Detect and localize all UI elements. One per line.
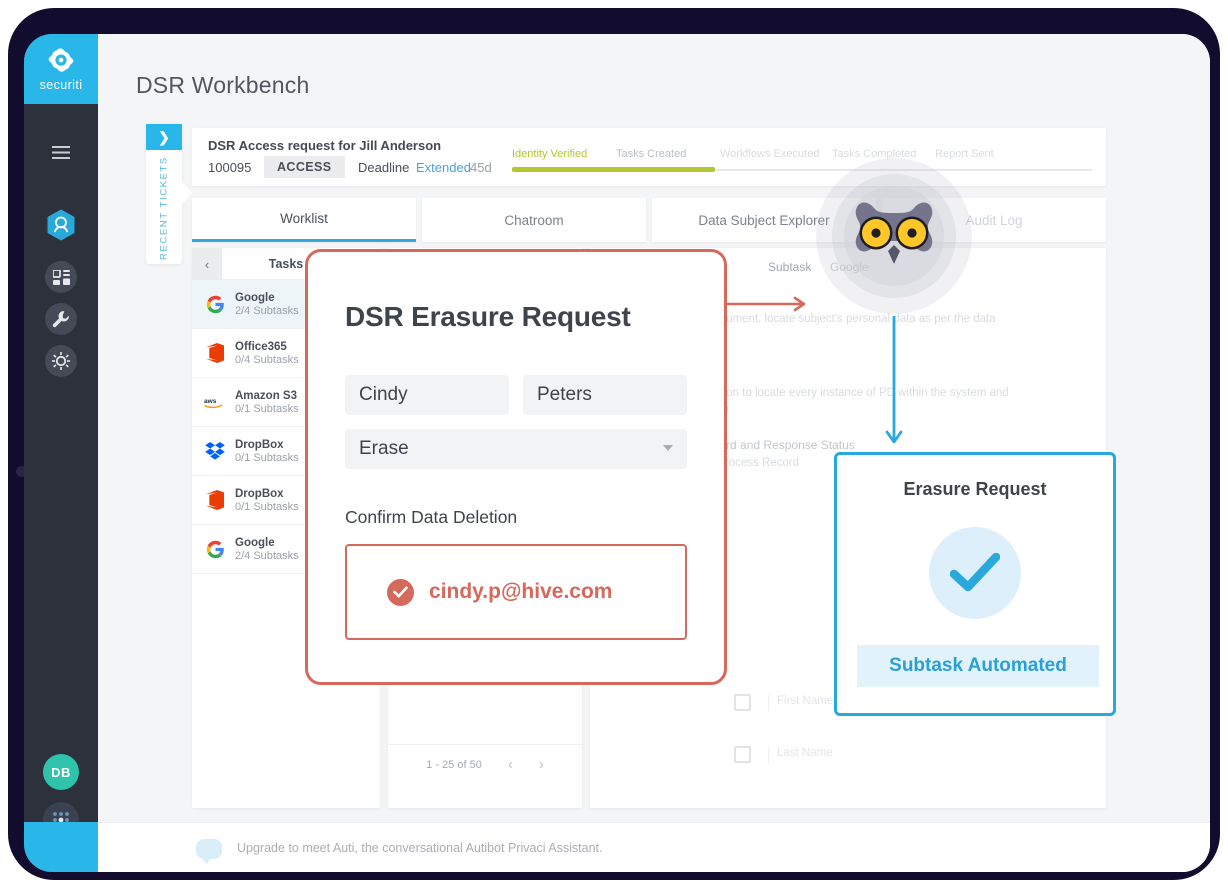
office-icon — [204, 342, 226, 364]
rail-bottom-strip — [24, 822, 98, 872]
deadline-extended-link[interactable]: Extended — [416, 160, 471, 175]
subtask-automated-badge: Subtask Automated — [857, 645, 1099, 687]
ticket-title: DSR Access request for Jill Anderson — [208, 138, 442, 153]
sidebar-item-tools[interactable] — [45, 303, 77, 335]
task-name: Google — [235, 291, 275, 304]
modal-title: DSR Erasure Request — [345, 301, 631, 332]
action-select-value: Erase — [359, 438, 409, 459]
erasure-result-card: Erasure Request Subtask Automated — [834, 452, 1116, 716]
check-glyph — [393, 586, 408, 598]
task-name: DropBox — [235, 487, 284, 500]
checkbox-last-name[interactable] — [734, 746, 751, 763]
google-icon — [204, 293, 226, 315]
checkmark-icon — [950, 553, 1000, 592]
dropbox-icon — [204, 440, 226, 462]
task-subtask-count: 2/4 Subtasks — [235, 304, 299, 317]
google-icon — [204, 538, 226, 560]
task-name: Google — [235, 536, 275, 549]
dashboard-icon — [52, 269, 70, 285]
aws-icon: aws — [204, 391, 226, 413]
owl-icon — [855, 202, 933, 264]
page-title: DSR Workbench — [136, 72, 310, 98]
task-subtask-count: 0/1 Subtasks — [235, 451, 299, 464]
auti-owl-mascot — [816, 158, 972, 314]
upgrade-message: Upgrade to meet Auti, the conversational… — [237, 841, 603, 855]
page-range-label: 1 - 25 of 50 — [426, 758, 482, 771]
task-name: DropBox — [235, 438, 284, 451]
prev-page-icon[interactable]: ‹ — [508, 756, 513, 773]
sidebar-item-settings[interactable] — [45, 345, 77, 377]
page-container: DSR Workbench ❯ RECENT TICKETS DSR Acces… — [98, 34, 1210, 872]
result-card-title: Erasure Request — [903, 479, 1047, 499]
tab-chatroom[interactable]: Chatroom — [422, 198, 646, 242]
field-last-name[interactable]: Last Name — [768, 747, 833, 763]
left-navigation-rail: securiti DB — [24, 34, 98, 872]
tablet-device-frame: securiti DB DSR Workbench ❯ RECENT TICKE… — [8, 8, 1220, 880]
user-avatar[interactable]: DB — [43, 754, 79, 790]
success-check-circle — [929, 527, 1021, 619]
svg-text:aws: aws — [204, 398, 217, 405]
checkbox-first-name[interactable] — [734, 694, 751, 711]
dsr-erasure-request-modal: DSR Erasure Request Cindy Peters Erase C… — [305, 249, 727, 685]
next-page-icon[interactable]: › — [539, 756, 544, 773]
hamburger-glyph — [52, 145, 70, 159]
last-name-input[interactable]: Peters — [523, 375, 687, 415]
app-screen: securiti DB DSR Workbench ❯ RECENT TICKE… — [24, 34, 1210, 872]
task-name: Amazon S3 — [235, 389, 297, 402]
task-subtask-count: 2/4 Subtasks — [235, 549, 299, 562]
ticket-id: 100095 — [208, 160, 252, 175]
deadline-days: 45d — [470, 160, 492, 175]
chevron-down-icon — [663, 445, 673, 451]
task-subtask-count: 0/1 Subtasks — [235, 500, 299, 513]
confirm-email-value: cindy.p@hive.com — [429, 580, 613, 603]
recent-tickets-label: RECENT TICKETS — [158, 156, 170, 260]
check-circle-icon — [387, 578, 414, 606]
recent-tickets-notch — [182, 182, 192, 204]
gear-icon — [52, 352, 70, 370]
brand-name: securiti — [39, 77, 83, 92]
wrench-icon — [52, 311, 69, 328]
sidebar-item-privacy-center[interactable] — [45, 209, 77, 241]
action-select[interactable]: Erase — [345, 429, 687, 469]
hexagon-icon — [47, 209, 75, 241]
bottom-status-bar: Upgrade to meet Auti, the conversational… — [98, 822, 1210, 872]
chat-bubble-icon[interactable] — [196, 839, 222, 864]
field-first-name[interactable]: First Name — [768, 695, 833, 711]
recent-tickets-expand-icon[interactable]: ❯ — [146, 124, 182, 150]
task-subtask-count: 0/4 Subtasks — [235, 353, 299, 366]
office-icon — [204, 489, 226, 511]
confirm-deletion-label: Confirm Data Deletion — [345, 507, 518, 527]
securiti-logo-icon — [48, 48, 74, 72]
tasks-back-icon[interactable]: ‹ — [192, 248, 222, 280]
progress-steps: Identity Verified Tasks Created Workflow… — [512, 148, 1092, 178]
task-subtask-count: 0/1 Subtasks — [235, 402, 299, 415]
sidebar-item-dashboard[interactable] — [45, 261, 77, 293]
hamburger-menu-icon[interactable] — [45, 136, 77, 168]
step-tasks-created: Tasks Created — [616, 148, 687, 160]
ticket-type-badge: ACCESS — [264, 156, 345, 178]
progress-fill — [512, 167, 715, 172]
first-name-input[interactable]: Cindy — [345, 375, 509, 415]
brand-logo[interactable]: securiti — [24, 34, 98, 104]
step-workflows-executed: Workflows Executed — [720, 148, 820, 160]
task-name: Office365 — [235, 340, 287, 353]
detail-col-subtask: Subtask — [768, 260, 812, 274]
tab-worklist[interactable]: Worklist — [192, 198, 416, 242]
confirm-email-box[interactable]: cindy.p@hive.com — [345, 544, 687, 640]
deadline-label: Deadline — [358, 160, 410, 175]
pagination: 1 - 25 of 50 ‹ › — [388, 744, 582, 784]
step-identity-verified: Identity Verified — [512, 148, 588, 160]
